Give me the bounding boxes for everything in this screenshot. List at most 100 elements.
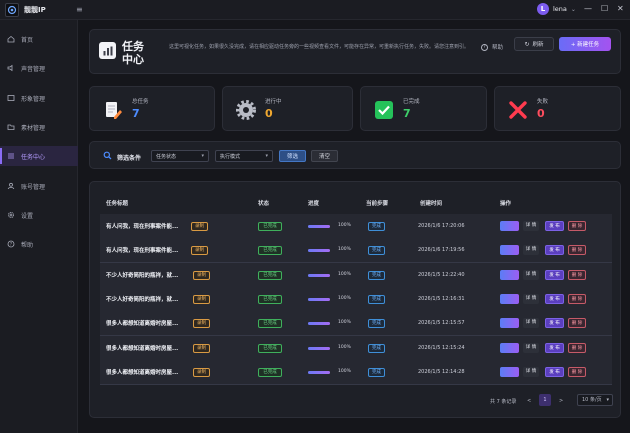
publish-button[interactable]: 发 布	[545, 366, 564, 377]
user-name: lena	[553, 5, 567, 13]
delete-button[interactable]: 删 除	[568, 221, 586, 231]
progress-percent: 100%	[338, 368, 351, 374]
column-header: 状态	[258, 201, 270, 207]
delete-button[interactable]: 删 除	[568, 318, 586, 329]
close-button[interactable]: ✕	[617, 3, 624, 15]
progress-percent: 100%	[338, 247, 351, 253]
progress-fill	[308, 346, 330, 350]
progress-bar	[308, 346, 330, 350]
play-button[interactable]	[500, 221, 519, 231]
task-type-badge: 录制	[191, 246, 208, 256]
sidebar-item-help[interactable]: ? 帮助	[0, 234, 78, 254]
page-header: 任务中心 这里可视化任务，如果很久没完成，请在相应驱动任务旁的一些视频查看文件，…	[89, 29, 621, 74]
sidebar-item-voice[interactable]: 声音管理	[0, 58, 78, 78]
stat-card-completed: 已完成 7	[360, 86, 487, 131]
sidebar: 首页 声音管理 形象管理 素材管理 任务中心 账号管理 设置 ? 帮助	[0, 20, 78, 433]
new-task-button[interactable]: + 新建任务	[559, 37, 611, 51]
table-row: 有人问我，现在刑事案件能... 录制 已完成 100% 完成 2026/1/6 17:20…	[100, 214, 612, 239]
step-badge: 完成	[368, 343, 385, 353]
user-menu[interactable]: L lena ⌄	[537, 3, 576, 15]
table-row: 很多人都想知道离婚时房屋... 录制 已完成 100% 完成 2026/1/5 12:15…	[100, 335, 612, 361]
maximize-button[interactable]: ☐	[601, 3, 608, 15]
publish-button[interactable]: 发 布	[545, 269, 564, 280]
publish-button[interactable]: 发 布	[545, 342, 564, 353]
publish-button[interactable]: 发 布	[545, 293, 564, 304]
gear-icon	[235, 99, 257, 121]
sidebar-item-label: 设置	[21, 212, 34, 220]
delete-button[interactable]: 删 除	[568, 269, 586, 280]
clear-button[interactable]: 清空	[311, 150, 338, 162]
help-icon: ?	[7, 240, 15, 248]
sidebar-item-label: 素材管理	[21, 124, 46, 132]
page-1-button[interactable]: 1	[539, 394, 551, 406]
play-button[interactable]	[500, 245, 519, 256]
sidebar-item-label: 形象管理	[21, 95, 46, 103]
progress-bar	[308, 249, 330, 253]
cross-icon	[507, 99, 529, 121]
mode-select[interactable]: 执行模式 ▾	[215, 150, 273, 162]
publish-button[interactable]: 发 布	[545, 245, 564, 256]
publish-button[interactable]: 发 布	[545, 221, 564, 231]
sidebar-item-account[interactable]: 账号管理	[0, 176, 78, 196]
detail-button[interactable]: 详 情	[523, 342, 539, 353]
table-row: 很多人都想知道离婚时房屋... 录制 已完成 100% 完成 2026/1/5 12:14…	[100, 359, 612, 385]
stat-card-failed: 失败 0	[494, 86, 621, 131]
delete-button[interactable]: 删 除	[568, 293, 586, 304]
refresh-button[interactable]: ↻ 刷新	[514, 37, 554, 51]
sidebar-item-home[interactable]: 首页	[0, 29, 78, 49]
minimize-button[interactable]: —	[584, 3, 592, 15]
sidebar-item-label: 声音管理	[21, 65, 46, 73]
detail-button[interactable]: 详 情	[523, 221, 539, 231]
publish-button[interactable]: 发 布	[545, 318, 564, 329]
step-badge: 完成	[368, 246, 385, 256]
progress-percent: 100%	[338, 295, 351, 301]
menu-collapse-icon[interactable]: ≡	[76, 5, 85, 14]
step-badge: 完成	[368, 222, 385, 231]
delete-button[interactable]: 删 除	[568, 366, 586, 377]
next-page-button[interactable]: >	[559, 398, 563, 404]
sidebar-item-avatar[interactable]: 形象管理	[0, 88, 78, 108]
column-header: 当前步骤	[366, 201, 389, 207]
step-badge: 完成	[368, 294, 385, 304]
home-icon	[7, 35, 15, 43]
play-button[interactable]	[500, 293, 519, 304]
stat-value: 7	[132, 107, 140, 120]
progress-bar	[308, 273, 330, 277]
task-type-badge: 录制	[193, 367, 210, 377]
help-link[interactable]: ? 帮助	[481, 43, 503, 51]
page-size-select[interactable]: 10 条/页 ▾	[577, 394, 613, 406]
progress-bar	[308, 370, 330, 374]
task-type-badge: 录制	[193, 270, 210, 280]
detail-button[interactable]: 详 情	[523, 293, 539, 304]
status-select[interactable]: 任务状态 ▾	[151, 150, 209, 162]
avatar: L	[537, 3, 549, 15]
detail-button[interactable]: 详 情	[523, 366, 539, 377]
detail-button[interactable]: 详 情	[523, 245, 539, 256]
play-button[interactable]	[500, 318, 519, 329]
title-bar: 靓靓IP ≡ L lena ⌄ — ☐ ✕	[0, 0, 630, 20]
chevron-down-icon: ▾	[265, 153, 268, 159]
table-row: 不少人好奇简阳的瓶祥，就... 录制 已完成 100% 完成 2026/1/5 12:16…	[100, 286, 612, 312]
document-edit-icon	[102, 99, 124, 121]
folder-icon	[7, 123, 15, 131]
task-title: 有人问我，现在刑事案件能...	[106, 224, 179, 230]
detail-button[interactable]: 详 情	[523, 269, 539, 280]
detail-button[interactable]: 详 情	[523, 318, 539, 329]
play-button[interactable]	[500, 366, 519, 377]
delete-button[interactable]: 删 除	[568, 245, 586, 256]
progress-percent: 100%	[338, 344, 351, 350]
sidebar-item-settings[interactable]: 设置	[0, 205, 78, 225]
filter-button[interactable]: 筛选	[279, 150, 306, 162]
task-type-badge: 录制	[193, 294, 210, 304]
sidebar-item-tasks[interactable]: 任务中心	[0, 146, 78, 166]
prev-page-button[interactable]: <	[527, 398, 531, 404]
help-icon: ?	[481, 43, 488, 51]
play-button[interactable]	[500, 342, 519, 353]
delete-button[interactable]: 删 除	[568, 342, 586, 353]
sidebar-item-material[interactable]: 素材管理	[0, 117, 78, 137]
column-header: 任务标题	[106, 201, 129, 207]
play-button[interactable]	[500, 269, 519, 280]
created-time: 2026/1/5 12:15:24	[418, 344, 465, 351]
step-badge: 完成	[368, 319, 385, 329]
app-logo-icon	[5, 2, 19, 17]
